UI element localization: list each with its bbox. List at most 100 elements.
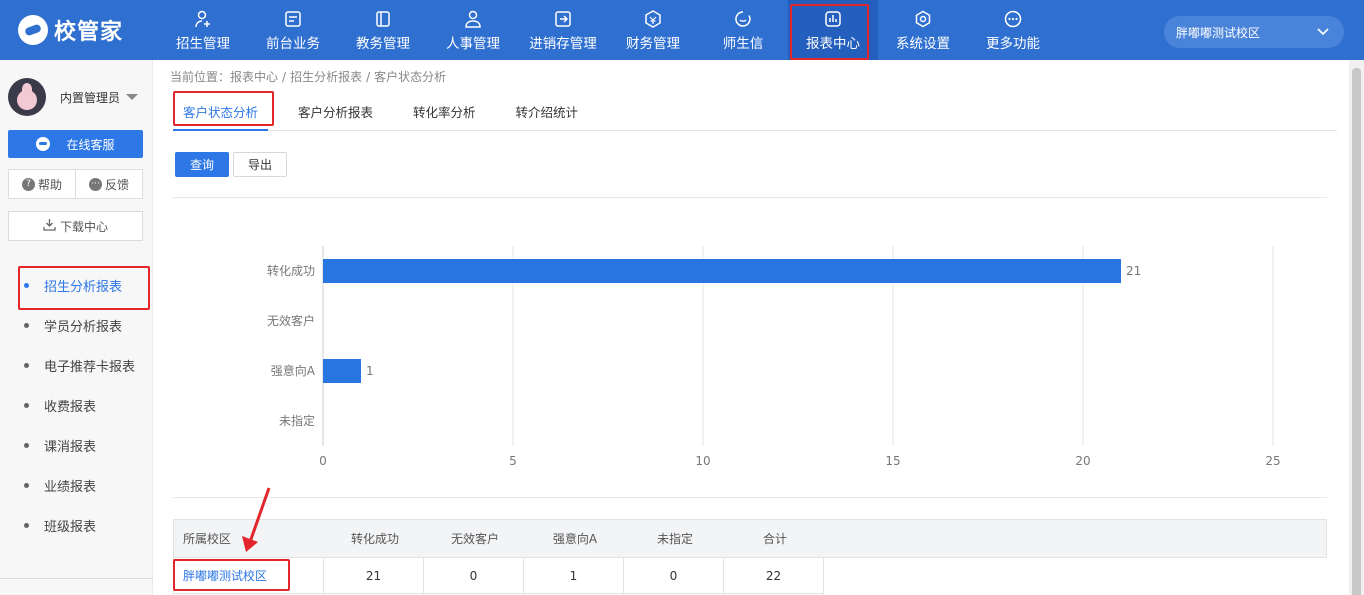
nav-label: 财务管理 <box>626 35 680 52</box>
tab-customer-analysis[interactable]: 客户分析报表 <box>288 92 383 130</box>
download-icon <box>43 218 56 234</box>
tab-conversion-rate[interactable]: 转化率分析 <box>403 92 486 130</box>
more-icon <box>1003 9 1023 29</box>
avatar <box>8 78 46 116</box>
table-cell: 22 <box>724 558 824 594</box>
data-label: 21 <box>1126 264 1141 278</box>
page-scrollbar[interactable] <box>1349 60 1364 595</box>
customer-status-bar-chart: 0 5 10 15 20 25 转化成功 21 无效客户强意向A 1 未指定 <box>267 246 1281 468</box>
table-header: 所属校区 转化成功 无效客户 强意向A 未指定 合计 <box>173 519 1327 558</box>
breadcrumb-item: 客户状态分析 <box>362 68 446 85</box>
chevron-down-icon <box>1316 26 1330 41</box>
sidebar-item-label: 业绩报表 <box>44 479 97 495</box>
campus-select-value: 胖嘟嘟测试校区 <box>1176 25 1261 40</box>
tab-customer-status[interactable]: 客户状态分析 <box>173 92 269 131</box>
nav-label: 人事管理 <box>446 35 500 52</box>
sidebar-item-fee-report[interactable]: 收费报表 <box>0 385 153 425</box>
summary-table: 所属校区 转化成功 无效客户 强意向A 未指定 合计 胖嘟嘟测试校区 21 0 … <box>173 519 1327 594</box>
x-tick-label: 25 <box>1265 454 1280 468</box>
logo-icon <box>18 15 48 45</box>
tab-referral-stats[interactable]: 转介绍统计 <box>506 92 589 130</box>
nav-item-messaging[interactable]: 师生信 <box>698 0 788 60</box>
nav-label: 前台业务 <box>266 35 320 52</box>
sidebar-item-label: 招生分析报表 <box>44 279 123 295</box>
x-tick-label: 5 <box>509 454 517 468</box>
x-tick-label: 10 <box>695 454 710 468</box>
bullet-icon <box>24 322 29 328</box>
online-service-button[interactable]: 在线客服 <box>8 130 143 158</box>
caret-down-icon <box>126 94 139 100</box>
sidebar-item-label: 课消报表 <box>44 439 97 455</box>
nav-item-front-desk[interactable]: 前台业务 <box>248 0 338 60</box>
nav-item-more[interactable]: 更多功能 <box>968 0 1058 60</box>
feedback-button[interactable]: ··· 反馈 <box>75 170 142 198</box>
sidebar-item-label: 学员分析报表 <box>44 319 123 335</box>
scrollbar-thumb[interactable] <box>1352 68 1361 595</box>
annotation-arrow-icon <box>242 487 271 552</box>
sidebar-divider <box>0 578 153 579</box>
ellipsis-icon: ··· <box>88 177 102 191</box>
nav-item-settings[interactable]: 系统设置 <box>878 0 968 60</box>
question-icon: ? <box>21 177 35 191</box>
user-menu[interactable]: 内置管理员 <box>8 78 139 116</box>
download-center-button[interactable]: 下载中心 <box>8 211 143 241</box>
bullet-icon <box>24 522 29 528</box>
nav-item-academic[interactable]: 教务管理 <box>338 0 428 60</box>
bullet-icon <box>24 282 29 288</box>
table-cell: 0 <box>424 558 524 594</box>
export-button[interactable]: 导出 <box>233 152 287 177</box>
table-header-cell: 合计 <box>762 532 787 546</box>
bullet-icon <box>24 442 29 448</box>
top-nav-bar: 校管家 招生管理 前台业务 教务管理 人事管理 进销存管理 财务管理 师生信 报… <box>0 0 1364 60</box>
sidebar-item-performance-report[interactable]: 业绩报表 <box>0 465 153 505</box>
breadcrumb-item[interactable]: 报表中心 <box>230 68 278 85</box>
download-center-label: 下载中心 <box>59 219 108 234</box>
logo[interactable]: 校管家 <box>18 14 123 46</box>
sidebar-item-enrollment-report[interactable]: 招生分析报表 <box>0 265 153 305</box>
bullet-icon <box>24 402 29 408</box>
nav-label: 师生信 <box>722 35 764 52</box>
bullet-icon <box>24 362 29 368</box>
sidebar-menu: 招生分析报表 学员分析报表 电子推荐卡报表 收费报表 课消报表 业绩报表 班级报… <box>0 265 153 545</box>
table-cell: 21 <box>324 558 424 594</box>
y-tick-label: 强意向A <box>271 363 316 378</box>
user-plus-icon <box>193 9 213 29</box>
nav-item-reports[interactable]: 报表中心 <box>788 0 878 60</box>
sidebar: 内置管理员 在线客服 ? 帮助 ··· 反馈 下载中心 招生分析报表 学员分析报… <box>0 60 153 595</box>
chat-icon <box>36 137 51 151</box>
query-button[interactable]: 查询 <box>175 152 229 177</box>
nav-label: 进销存管理 <box>529 35 597 52</box>
sidebar-item-label: 收费报表 <box>44 399 97 415</box>
tab-label: 转介绍统计 <box>515 104 579 120</box>
help-button[interactable]: ? 帮助 <box>9 170 75 198</box>
sidebar-item-student-report[interactable]: 学员分析报表 <box>0 305 153 345</box>
breadcrumb-prefix: 当前位置： <box>170 70 231 84</box>
sidebar-item-label: 电子推荐卡报表 <box>44 359 136 375</box>
sidebar-item-referral-card-report[interactable]: 电子推荐卡报表 <box>0 345 153 385</box>
nav-label: 更多功能 <box>986 35 1040 52</box>
person-icon <box>463 9 483 29</box>
sidebar-item-label: 班级报表 <box>44 519 97 535</box>
campus-select[interactable]: 胖嘟嘟测试校区 <box>1164 16 1344 48</box>
nav-item-finance[interactable]: 财务管理 <box>608 0 698 60</box>
bullet-icon <box>24 482 29 488</box>
help-feedback-row: ? 帮助 ··· 反馈 <box>8 169 143 199</box>
report-tabs: 客户状态分析 客户分析报表 转化率分析 转介绍统计 <box>173 92 1337 131</box>
campus-link[interactable]: 胖嘟嘟测试校区 <box>173 558 324 594</box>
nav-label: 系统设置 <box>896 35 950 52</box>
nav-label: 招生管理 <box>176 35 230 52</box>
chart-bars <box>323 259 1121 383</box>
sidebar-item-consumption-report[interactable]: 课消报表 <box>0 425 153 465</box>
nav-item-inventory[interactable]: 进销存管理 <box>518 0 608 60</box>
table-header-cell: 未指定 <box>656 532 693 546</box>
divider <box>173 197 1327 198</box>
finance-icon <box>643 9 663 29</box>
data-label: 1 <box>366 364 374 378</box>
tab-label: 客户状态分析 <box>183 104 259 120</box>
table-header-cell: 无效客户 <box>450 532 499 546</box>
nav-label: 报表中心 <box>806 35 860 52</box>
nav-item-hr[interactable]: 人事管理 <box>428 0 518 60</box>
sidebar-item-class-report[interactable]: 班级报表 <box>0 505 153 545</box>
breadcrumb-item[interactable]: 招生分析报表 <box>278 68 362 85</box>
nav-item-enrollment[interactable]: 招生管理 <box>158 0 248 60</box>
